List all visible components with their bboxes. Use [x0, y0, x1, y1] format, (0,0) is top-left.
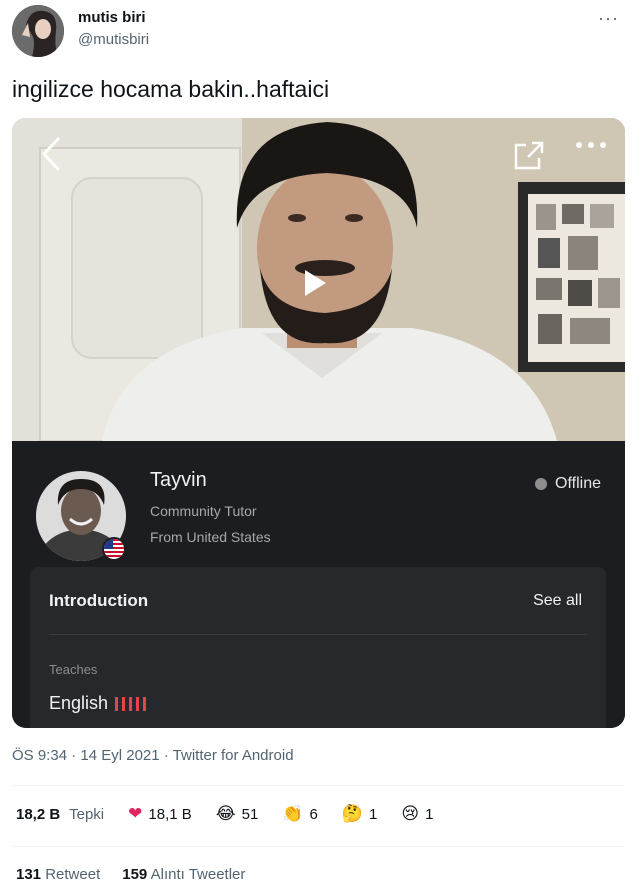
intro-divider [49, 634, 587, 635]
introduction-title: Introduction [49, 591, 149, 610]
more-options-icon[interactable]: ··· [598, 8, 619, 29]
reactions-total-count: 18,2 B [16, 805, 61, 823]
tutor-country: From United States [150, 529, 271, 545]
tutor-role: Community Tutor [150, 503, 257, 519]
retweet-count: 131 [16, 866, 42, 883]
reaction-heart[interactable]: ❤ 18,1 B [128, 804, 192, 824]
us-flag-icon [102, 537, 126, 561]
reaction-thinking[interactable]: 🤔 1 [342, 804, 378, 824]
reactions-total[interactable]: 18,2 B Tepki [16, 806, 104, 823]
tweet-timestamp[interactable]: ÖS 9:34 · 14 Eyl 2021 · Twitter for Andr… [12, 747, 294, 764]
stats-row: 131 Retweet 159 Alıntı Tweetler [16, 866, 245, 883]
status-label: Offline [555, 475, 601, 492]
see-all-link[interactable]: See all [533, 592, 582, 610]
tweet-media[interactable]: Tayvin Community Tutor From United State… [12, 118, 625, 728]
thinking-icon: 🤔 [341, 804, 364, 824]
reaction-count: 6 [309, 805, 318, 823]
reaction-sad[interactable]: 😢 1 [401, 804, 433, 824]
author-name[interactable]: mutis biri [78, 9, 146, 26]
reaction-laugh[interactable]: 😂 51 [216, 804, 259, 824]
reaction-count: 18,1 B [148, 805, 192, 823]
tutor-panel: Tayvin Community Tutor From United State… [12, 441, 625, 728]
sad-icon: 😢 [401, 804, 420, 824]
reactions-row: 18,2 B Tepki ❤ 18,1 B 😂 51 👏 6 🤔 1 😢 1 [16, 804, 433, 824]
reactions-total-label: Tepki [69, 805, 105, 823]
divider [12, 846, 625, 847]
tutor-name: Tayvin [150, 469, 207, 491]
status-badge: Offline [535, 475, 601, 493]
language-name: English [49, 693, 109, 713]
reaction-count: 1 [425, 805, 434, 823]
clap-icon: 👏 [282, 804, 304, 824]
teaches-language: English [49, 693, 147, 714]
retweet-stat[interactable]: 131 Retweet [16, 866, 100, 883]
reaction-count: 1 [369, 805, 378, 823]
video-player[interactable] [12, 118, 625, 441]
introduction-card: Introduction See all Teaches English [30, 567, 606, 728]
author-avatar[interactable] [12, 5, 64, 57]
laugh-icon: 😂 [215, 804, 236, 824]
proficiency-bars-icon [115, 696, 147, 711]
divider [12, 785, 625, 786]
quote-stat[interactable]: 159 Alıntı Tweetler [122, 866, 245, 883]
tweet-text: ingilizce hocama bakin..haftaici [12, 76, 330, 102]
author-handle[interactable]: @mutisbiri [78, 31, 149, 48]
teaches-label: Teaches [49, 662, 98, 677]
reaction-count: 51 [241, 805, 259, 823]
quote-label: Alıntı Tweetler [150, 866, 246, 883]
status-dot-icon [535, 478, 548, 490]
heart-icon: ❤ [128, 804, 143, 824]
retweet-label: Retweet [45, 866, 101, 883]
quote-count: 159 [122, 866, 148, 883]
reaction-clap[interactable]: 👏 6 [282, 804, 318, 824]
